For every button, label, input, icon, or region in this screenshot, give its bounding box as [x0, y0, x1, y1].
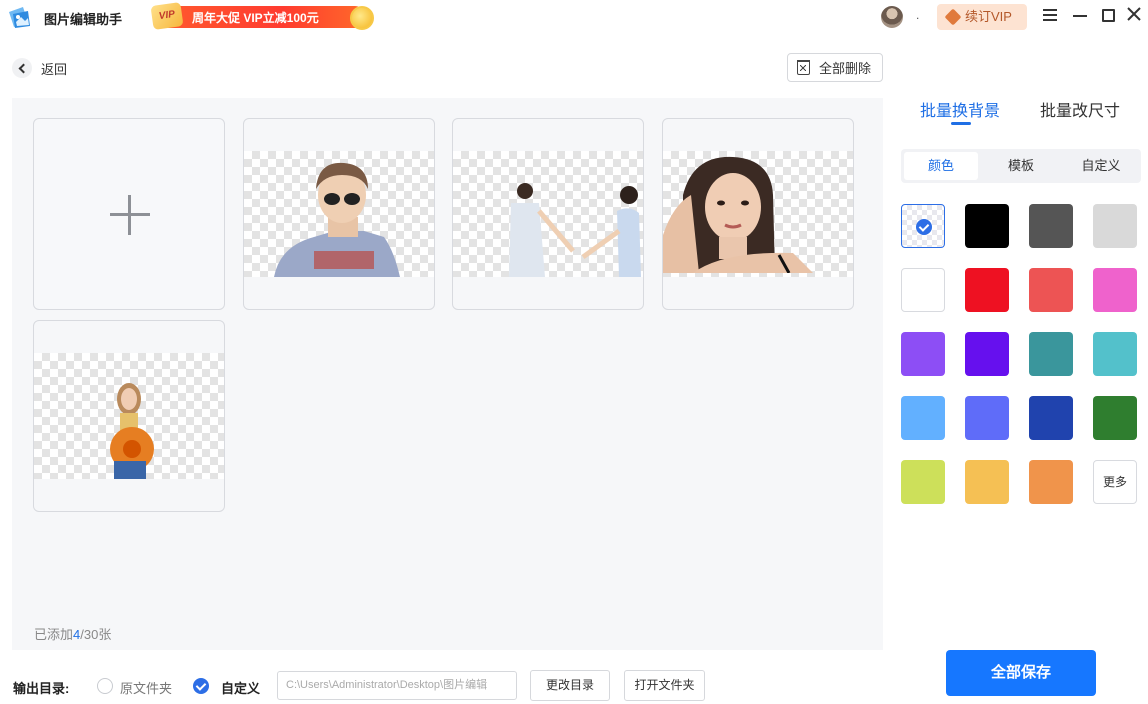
vip-badge: VIP [150, 2, 184, 30]
promo-banner[interactable]: VIP 周年大促 VIP立减100元 [150, 2, 378, 31]
two-girls-holding-hands-image [509, 183, 641, 277]
username-text: . [916, 8, 920, 22]
image-card[interactable] [243, 118, 435, 310]
color-swatch[interactable] [1029, 204, 1073, 248]
delete-all-button[interactable]: 全部删除 [787, 53, 883, 82]
check-icon [916, 219, 932, 235]
man-with-sunglasses-image [274, 162, 400, 277]
maximize-icon[interactable] [1098, 6, 1118, 26]
color-swatch[interactable] [1093, 396, 1137, 440]
close-icon[interactable] [1124, 4, 1144, 24]
promo-text: 周年大促 VIP立减100元 [192, 11, 319, 25]
color-swatch[interactable] [901, 396, 945, 440]
plus-icon [110, 195, 150, 235]
color-swatch[interactable] [1029, 396, 1073, 440]
color-swatch[interactable] [901, 460, 945, 504]
open-folder-button[interactable]: 打开文件夹 [624, 670, 705, 701]
woman-with-orange-hat-image [110, 383, 154, 479]
save-all-button[interactable]: 全部保存 [946, 650, 1096, 696]
active-tab-indicator [951, 122, 971, 125]
woman-portrait-image [663, 156, 813, 273]
segment-template[interactable]: 模板 [984, 152, 1058, 180]
tab-batch-background[interactable]: 批量换背景 [920, 97, 1000, 121]
color-swatch[interactable] [1093, 332, 1137, 376]
renew-vip-button[interactable]: 续订VIP [937, 4, 1027, 30]
app-logo-icon [6, 4, 34, 30]
back-label: 返回 [41, 61, 68, 77]
color-swatch[interactable] [1093, 268, 1137, 312]
count-prefix: 已添加 [34, 627, 74, 642]
color-swatch[interactable] [901, 268, 945, 312]
more-colors-button[interactable]: 更多 [1093, 460, 1137, 504]
coin-icon [350, 6, 374, 30]
image-card[interactable] [662, 118, 854, 310]
radio-custom-folder[interactable] [193, 678, 209, 694]
color-swatch[interactable] [1093, 204, 1137, 248]
color-swatch[interactable] [965, 332, 1009, 376]
add-image-card[interactable] [33, 118, 225, 310]
color-swatch-transparent[interactable] [901, 204, 945, 248]
image-card[interactable] [33, 320, 225, 512]
count-suffix: /30张 [80, 627, 112, 642]
avatar[interactable] [881, 6, 903, 28]
image-card[interactable] [452, 118, 644, 310]
color-swatch[interactable] [1029, 268, 1073, 312]
diamond-icon [944, 8, 962, 26]
menu-icon[interactable] [1040, 6, 1060, 26]
change-directory-button[interactable]: 更改目录 [530, 670, 610, 701]
radio-original-folder-label[interactable]: 原文件夹 [120, 678, 172, 697]
renew-vip-label: 续订VIP [965, 9, 1012, 24]
color-swatch[interactable] [901, 332, 945, 376]
sidebar-tabs: 批量换背景 批量改尺寸 [900, 94, 1140, 130]
tab-batch-resize[interactable]: 批量改尺寸 [1040, 97, 1120, 121]
delete-all-label: 全部删除 [819, 61, 872, 76]
background-type-segment: 颜色 模板 自定义 [901, 149, 1141, 183]
color-swatch[interactable] [965, 204, 1009, 248]
radio-custom-folder-label[interactable]: 自定义 [221, 678, 260, 697]
segment-color[interactable]: 颜色 [904, 152, 978, 180]
segment-custom[interactable]: 自定义 [1064, 152, 1138, 180]
back-button[interactable]: 返回 [12, 57, 67, 79]
color-swatch[interactable] [965, 460, 1009, 504]
color-swatch[interactable] [1029, 460, 1073, 504]
app-title: 图片编辑助手 [44, 12, 123, 27]
color-swatch[interactable] [1029, 332, 1073, 376]
trash-icon [797, 60, 810, 75]
minimize-icon[interactable] [1070, 6, 1090, 26]
color-swatch[interactable] [965, 268, 1009, 312]
output-directory-label: 输出目录: [13, 681, 70, 696]
radio-original-folder[interactable] [97, 678, 113, 694]
image-count: 已添加4/30张 [34, 624, 111, 643]
title-bar: 图片编辑助手 VIP 周年大促 VIP立减100元 . 续订VIP [0, 0, 1148, 34]
color-swatch[interactable] [965, 396, 1009, 440]
output-path-input[interactable]: C:\Users\Administrator\Desktop\图片编辑 [277, 671, 517, 700]
chevron-left-icon [12, 58, 32, 78]
